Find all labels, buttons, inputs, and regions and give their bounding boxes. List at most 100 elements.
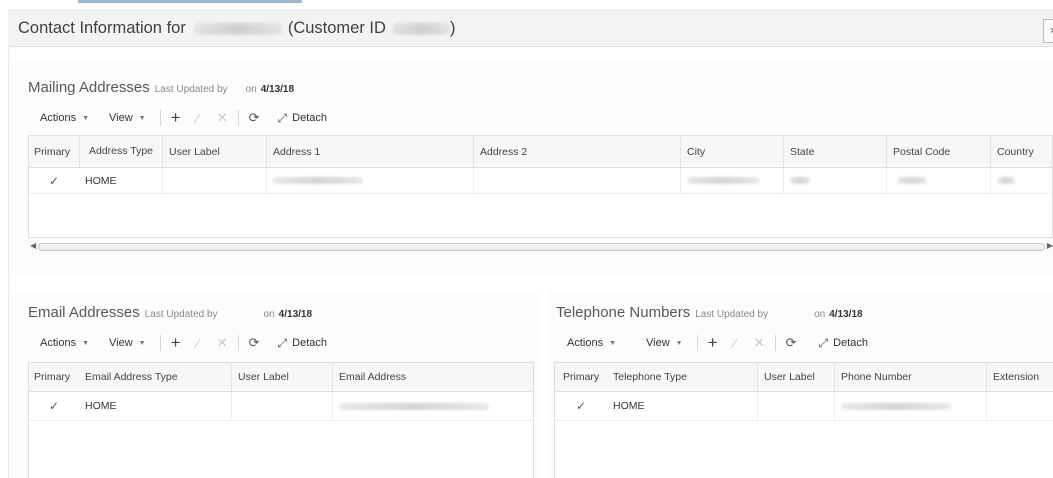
view-label: View bbox=[109, 112, 133, 124]
postal-code-cell bbox=[886, 168, 990, 193]
mailing-horizontal-scrollbar[interactable]: ◀ ▶ bbox=[30, 240, 1053, 253]
detach-icon: ⤢ bbox=[818, 335, 829, 350]
email-date: 4/13/18 bbox=[278, 309, 313, 320]
mailing-on-label: on bbox=[245, 84, 257, 95]
email-redacted bbox=[339, 402, 489, 410]
column-header[interactable]: User Label bbox=[231, 363, 332, 391]
view-label: View bbox=[646, 337, 670, 349]
mailing-table-header: Primary Address Type User Label Address … bbox=[29, 136, 1052, 168]
column-header[interactable]: Primary bbox=[555, 363, 607, 391]
detach-icon: ⤢ bbox=[277, 335, 288, 350]
table-row[interactable]: ✓ HOME bbox=[29, 392, 533, 421]
chevron-down-icon: ▼ bbox=[82, 339, 90, 347]
column-header[interactable]: User Label bbox=[757, 363, 834, 391]
scrollbar-thumb[interactable] bbox=[38, 243, 1045, 251]
email-actions-menu[interactable]: Actions ▼ bbox=[40, 337, 89, 349]
column-header[interactable]: Address 1 bbox=[266, 136, 473, 167]
telephone-on-label: on bbox=[814, 309, 826, 320]
primary-check: ✓ bbox=[555, 392, 607, 420]
customer-name-redacted bbox=[193, 22, 282, 35]
plus-icon[interactable]: + bbox=[171, 109, 181, 126]
mailing-view-menu[interactable]: View ▼ bbox=[109, 112, 146, 124]
phone-number-cell bbox=[834, 392, 986, 420]
primary-check: ✓ bbox=[29, 392, 79, 420]
pencil-icon[interactable]: ⁄ bbox=[197, 111, 199, 126]
x-icon[interactable]: ✕ bbox=[217, 110, 228, 126]
mailing-detach-button[interactable]: ⤢ Detach bbox=[278, 111, 327, 126]
detach-icon: ⤢ bbox=[277, 110, 288, 125]
email-detach-button[interactable]: ⤢ Detach bbox=[278, 336, 327, 351]
column-header[interactable]: Address 2 bbox=[473, 136, 680, 167]
user-label-cell bbox=[231, 392, 332, 420]
state-cell bbox=[783, 168, 886, 193]
telephone-table: Primary Telephone Type User Label Phone … bbox=[554, 362, 1053, 478]
telephone-toolbar: Actions ▼ View ▼ + ⁄ ✕ ⟳ ⤢ Detach bbox=[567, 333, 868, 353]
toolbar-divider bbox=[696, 335, 698, 351]
plus-icon[interactable]: + bbox=[171, 334, 181, 351]
table-row[interactable]: ✓ HOME bbox=[29, 168, 1052, 194]
scroll-left-icon[interactable]: ◀ bbox=[30, 241, 36, 250]
column-header[interactable]: Email Address Type bbox=[79, 363, 231, 391]
column-header[interactable]: Postal Code bbox=[886, 136, 990, 167]
mailing-last-updated-label: Last Updated by bbox=[154, 84, 228, 95]
email-view-menu[interactable]: View ▼ bbox=[109, 337, 146, 349]
email-type-cell: HOME bbox=[85, 400, 117, 412]
column-header[interactable]: Primary bbox=[29, 363, 79, 391]
title-prefix: Contact Information for bbox=[18, 19, 186, 37]
toolbar-divider bbox=[159, 110, 161, 126]
refresh-icon[interactable]: ⟳ bbox=[786, 335, 797, 351]
column-header[interactable]: Primary bbox=[29, 136, 79, 167]
column-header[interactable]: Phone Number bbox=[834, 363, 986, 391]
primary-check: ✓ bbox=[29, 168, 79, 193]
pencil-icon[interactable]: ⁄ bbox=[734, 336, 736, 351]
refresh-icon[interactable]: ⟳ bbox=[249, 110, 260, 126]
email-on-label: on bbox=[263, 309, 275, 320]
check-icon: ✓ bbox=[48, 399, 60, 413]
telephone-type-cell: HOME bbox=[613, 400, 645, 412]
postal-redacted bbox=[897, 177, 927, 184]
email-last-updated-label: Last Updated by bbox=[144, 309, 218, 320]
refresh-icon[interactable]: ⟳ bbox=[249, 335, 260, 351]
city-redacted bbox=[687, 177, 759, 184]
column-header[interactable]: Country bbox=[990, 136, 1052, 167]
x-icon[interactable]: ✕ bbox=[217, 335, 228, 351]
check-icon: ✓ bbox=[48, 173, 60, 188]
column-header[interactable]: State bbox=[783, 136, 886, 167]
toolbar-divider bbox=[237, 335, 239, 351]
dialog-header: Contact Information for (Customer ID ) × bbox=[8, 9, 1053, 47]
toolbar-divider bbox=[159, 335, 161, 351]
pencil-icon[interactable]: ⁄ bbox=[197, 336, 199, 351]
address1-cell bbox=[266, 168, 473, 193]
telephone-actions-menu[interactable]: Actions ▼ bbox=[567, 337, 616, 349]
scroll-right-icon[interactable]: ▶ bbox=[1047, 241, 1053, 250]
table-row[interactable]: ✓ HOME bbox=[555, 392, 1053, 421]
email-header: Email Addresses Last Updated by on 4/13/… bbox=[28, 304, 312, 321]
close-button[interactable]: × bbox=[1043, 19, 1053, 43]
title-customer-id-label: (Customer ID bbox=[287, 19, 386, 37]
mailing-toolbar: Actions ▼ View ▼ + ⁄ ✕ ⟳ ⤢ Detach bbox=[40, 108, 327, 128]
chevron-down-icon: ▼ bbox=[675, 339, 683, 347]
view-label: View bbox=[109, 337, 133, 349]
detach-label: Detach bbox=[292, 112, 327, 124]
column-header[interactable]: Email Address bbox=[332, 363, 533, 391]
x-icon[interactable]: ✕ bbox=[754, 335, 765, 351]
telephone-detach-button[interactable]: ⤢ Detach bbox=[819, 336, 868, 351]
toolbar-divider bbox=[237, 110, 239, 126]
telephone-table-header: Primary Telephone Type User Label Phone … bbox=[555, 363, 1053, 392]
extension-cell bbox=[986, 392, 1053, 420]
column-header[interactable]: User Label bbox=[162, 136, 266, 167]
address1-redacted bbox=[273, 177, 363, 184]
dialog-title: Contact Information for (Customer ID ) bbox=[18, 19, 455, 38]
plus-icon[interactable]: + bbox=[708, 334, 718, 351]
telephone-last-updated-label: Last Updated by bbox=[695, 309, 769, 320]
telephone-header: Telephone Numbers Last Updated by on 4/1… bbox=[556, 304, 863, 321]
column-header[interactable]: Extension bbox=[986, 363, 1053, 391]
column-header[interactable]: Telephone Type bbox=[607, 363, 757, 391]
mailing-actions-menu[interactable]: Actions ▼ bbox=[40, 112, 89, 124]
telephone-view-menu[interactable]: View ▼ bbox=[646, 337, 683, 349]
column-header[interactable]: City bbox=[680, 136, 783, 167]
detach-label: Detach bbox=[833, 337, 868, 349]
mailing-date: 4/13/18 bbox=[260, 84, 295, 95]
column-header[interactable]: Address Type bbox=[79, 136, 162, 167]
chevron-down-icon: ▼ bbox=[609, 339, 617, 347]
